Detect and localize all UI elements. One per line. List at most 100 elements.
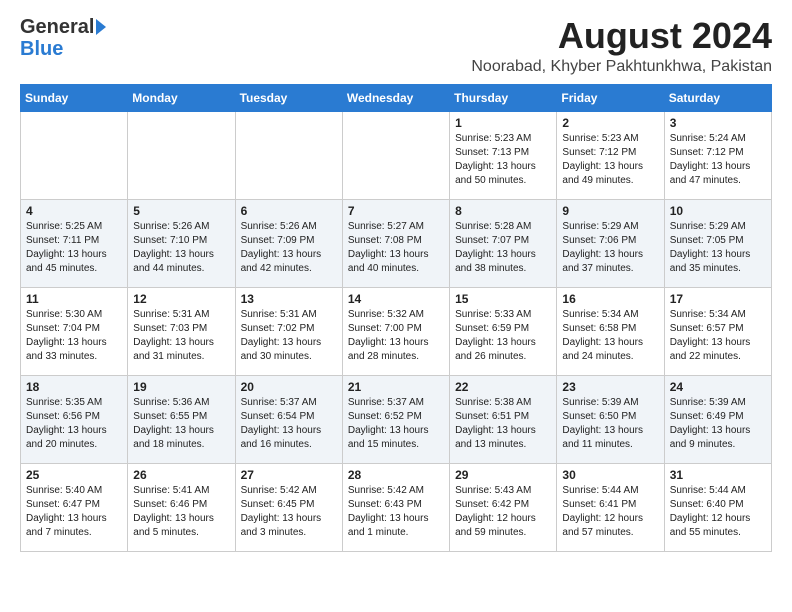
day-cell: 31 Sunrise: 5:44 AM Sunset: 6:40 PM Dayli… xyxy=(664,463,771,551)
day-cell: 2Sunrise: 5:23 AM Sunset: 7:12 PM Daylig… xyxy=(557,111,664,199)
day-number: 31 xyxy=(670,468,766,482)
day-cell: 23Sunrise: 5:39 AM Sunset: 6:50 PM Dayli… xyxy=(557,375,664,463)
day-number: 17 xyxy=(670,292,766,306)
day-number: 27 xyxy=(241,468,337,482)
day-number: 28 xyxy=(348,468,444,482)
day-cell: 26Sunrise: 5:41 AM Sunset: 6:46 PM Dayli… xyxy=(128,463,235,551)
day-info: Sunrise: 5:43 AM Sunset: 6:42 PM Dayligh… xyxy=(455,485,536,538)
col-header-tuesday: Tuesday xyxy=(235,84,342,111)
day-info: Sunrise: 5:44 AM Sunset: 6:41 PM Dayligh… xyxy=(562,485,643,538)
day-cell: 27 Sunrise: 5:42 AM Sunset: 6:45 PM Dayli… xyxy=(235,463,342,551)
day-cell: 12Sunrise: 5:31 AM Sunset: 7:03 PM Dayli… xyxy=(128,287,235,375)
day-info: Sunrise: 5:35 AM Sunset: 6:56 PM Dayligh… xyxy=(26,397,107,450)
day-number: 30 xyxy=(562,468,658,482)
day-cell: 5 Sunrise: 5:26 AM Sunset: 7:10 PM Daylig… xyxy=(128,199,235,287)
col-header-monday: Monday xyxy=(128,84,235,111)
day-info: Sunrise: 5:25 AM Sunset: 7:11 PM Dayligh… xyxy=(26,221,107,274)
day-cell: 8Sunrise: 5:28 AM Sunset: 7:07 PM Daylig… xyxy=(450,199,557,287)
day-number: 6 xyxy=(241,204,337,218)
day-info: Sunrise: 5:24 AM Sunset: 7:12 PM Dayligh… xyxy=(670,133,751,186)
logo-blue: Blue xyxy=(20,38,106,60)
col-header-saturday: Saturday xyxy=(664,84,771,111)
day-number: 1 xyxy=(455,116,551,130)
day-info: Sunrise: 5:36 AM Sunset: 6:55 PM Dayligh… xyxy=(133,397,214,450)
header: General Blue August 2024 Noorabad, Khybe… xyxy=(20,16,772,76)
day-info: Sunrise: 5:29 AM Sunset: 7:05 PM Dayligh… xyxy=(670,221,751,274)
day-info: Sunrise: 5:26 AM Sunset: 7:09 PM Dayligh… xyxy=(241,221,322,274)
day-number: 5 xyxy=(133,204,229,218)
calendar-header: SundayMondayTuesdayWednesdayThursdayFrid… xyxy=(21,84,772,111)
day-cell: 15 Sunrise: 5:33 AM Sunset: 6:59 PM Dayli… xyxy=(450,287,557,375)
day-info: Sunrise: 5:29 AM Sunset: 7:06 PM Dayligh… xyxy=(562,221,643,274)
col-header-wednesday: Wednesday xyxy=(342,84,449,111)
day-number: 19 xyxy=(133,380,229,394)
day-info: Sunrise: 5:37 AM Sunset: 6:54 PM Dayligh… xyxy=(241,397,322,450)
day-info: Sunrise: 5:23 AM Sunset: 7:13 PM Dayligh… xyxy=(455,133,536,186)
day-info: Sunrise: 5:26 AM Sunset: 7:10 PM Dayligh… xyxy=(133,221,214,274)
day-info: Sunrise: 5:37 AM Sunset: 6:52 PM Dayligh… xyxy=(348,397,429,450)
day-info: Sunrise: 5:32 AM Sunset: 7:00 PM Dayligh… xyxy=(348,309,429,362)
week-row-5: 25Sunrise: 5:40 AM Sunset: 6:47 PM Dayli… xyxy=(21,463,772,551)
calendar-body: 1 Sunrise: 5:23 AM Sunset: 7:13 PM Daylig… xyxy=(21,111,772,551)
day-number: 24 xyxy=(670,380,766,394)
day-number: 13 xyxy=(241,292,337,306)
day-cell xyxy=(21,111,128,199)
day-info: Sunrise: 5:23 AM Sunset: 7:12 PM Dayligh… xyxy=(562,133,643,186)
day-info: Sunrise: 5:44 AM Sunset: 6:40 PM Dayligh… xyxy=(670,485,751,538)
week-row-3: 11 Sunrise: 5:30 AM Sunset: 7:04 PM Dayli… xyxy=(21,287,772,375)
day-number: 3 xyxy=(670,116,766,130)
day-number: 10 xyxy=(670,204,766,218)
col-header-sunday: Sunday xyxy=(21,84,128,111)
day-cell: 1 Sunrise: 5:23 AM Sunset: 7:13 PM Daylig… xyxy=(450,111,557,199)
day-cell: 10 Sunrise: 5:29 AM Sunset: 7:05 PM Dayli… xyxy=(664,199,771,287)
day-info: Sunrise: 5:27 AM Sunset: 7:08 PM Dayligh… xyxy=(348,221,429,274)
day-cell: 17 Sunrise: 5:34 AM Sunset: 6:57 PM Dayli… xyxy=(664,287,771,375)
header-row: SundayMondayTuesdayWednesdayThursdayFrid… xyxy=(21,84,772,111)
day-cell xyxy=(342,111,449,199)
day-cell xyxy=(128,111,235,199)
logo-icon xyxy=(96,19,106,35)
day-cell: 28 Sunrise: 5:42 AM Sunset: 6:43 PM Dayli… xyxy=(342,463,449,551)
day-number: 21 xyxy=(348,380,444,394)
day-cell: 21 Sunrise: 5:37 AM Sunset: 6:52 PM Dayli… xyxy=(342,375,449,463)
day-cell: 3 Sunrise: 5:24 AM Sunset: 7:12 PM Daylig… xyxy=(664,111,771,199)
day-info: Sunrise: 5:33 AM Sunset: 6:59 PM Dayligh… xyxy=(455,309,536,362)
day-number: 11 xyxy=(26,292,122,306)
day-cell: 30 Sunrise: 5:44 AM Sunset: 6:41 PM Dayli… xyxy=(557,463,664,551)
day-info: Sunrise: 5:28 AM Sunset: 7:07 PM Dayligh… xyxy=(455,221,536,274)
day-cell: 11 Sunrise: 5:30 AM Sunset: 7:04 PM Dayli… xyxy=(21,287,128,375)
calendar-table: SundayMondayTuesdayWednesdayThursdayFrid… xyxy=(20,84,772,552)
day-number: 29 xyxy=(455,468,551,482)
day-cell: 19 Sunrise: 5:36 AM Sunset: 6:55 PM Dayli… xyxy=(128,375,235,463)
day-cell: 24Sunrise: 5:39 AM Sunset: 6:49 PM Dayli… xyxy=(664,375,771,463)
week-row-4: 18Sunrise: 5:35 AM Sunset: 6:56 PM Dayli… xyxy=(21,375,772,463)
day-info: Sunrise: 5:30 AM Sunset: 7:04 PM Dayligh… xyxy=(26,309,107,362)
day-cell: 7Sunrise: 5:27 AM Sunset: 7:08 PM Daylig… xyxy=(342,199,449,287)
day-info: Sunrise: 5:31 AM Sunset: 7:03 PM Dayligh… xyxy=(133,309,214,362)
day-cell: 18Sunrise: 5:35 AM Sunset: 6:56 PM Dayli… xyxy=(21,375,128,463)
week-row-1: 1 Sunrise: 5:23 AM Sunset: 7:13 PM Daylig… xyxy=(21,111,772,199)
day-number: 4 xyxy=(26,204,122,218)
day-cell: 4 Sunrise: 5:25 AM Sunset: 7:11 PM Daylig… xyxy=(21,199,128,287)
day-number: 20 xyxy=(241,380,337,394)
page-subtitle: Noorabad, Khyber Pakhtunkhwa, Pakistan xyxy=(471,58,772,76)
day-number: 25 xyxy=(26,468,122,482)
day-info: Sunrise: 5:42 AM Sunset: 6:45 PM Dayligh… xyxy=(241,485,322,538)
day-cell: 13Sunrise: 5:31 AM Sunset: 7:02 PM Dayli… xyxy=(235,287,342,375)
day-number: 16 xyxy=(562,292,658,306)
day-info: Sunrise: 5:41 AM Sunset: 6:46 PM Dayligh… xyxy=(133,485,214,538)
day-number: 15 xyxy=(455,292,551,306)
day-cell: 9 Sunrise: 5:29 AM Sunset: 7:06 PM Daylig… xyxy=(557,199,664,287)
day-cell: 29 Sunrise: 5:43 AM Sunset: 6:42 PM Dayli… xyxy=(450,463,557,551)
day-cell xyxy=(235,111,342,199)
day-number: 14 xyxy=(348,292,444,306)
day-number: 22 xyxy=(455,380,551,394)
day-info: Sunrise: 5:38 AM Sunset: 6:51 PM Dayligh… xyxy=(455,397,536,450)
day-info: Sunrise: 5:39 AM Sunset: 6:50 PM Dayligh… xyxy=(562,397,643,450)
day-info: Sunrise: 5:34 AM Sunset: 6:57 PM Dayligh… xyxy=(670,309,751,362)
logo-general: General xyxy=(20,16,94,38)
day-cell: 6 Sunrise: 5:26 AM Sunset: 7:09 PM Daylig… xyxy=(235,199,342,287)
day-info: Sunrise: 5:42 AM Sunset: 6:43 PM Dayligh… xyxy=(348,485,429,538)
day-number: 9 xyxy=(562,204,658,218)
title-block: August 2024 Noorabad, Khyber Pakhtunkhwa… xyxy=(471,16,772,76)
